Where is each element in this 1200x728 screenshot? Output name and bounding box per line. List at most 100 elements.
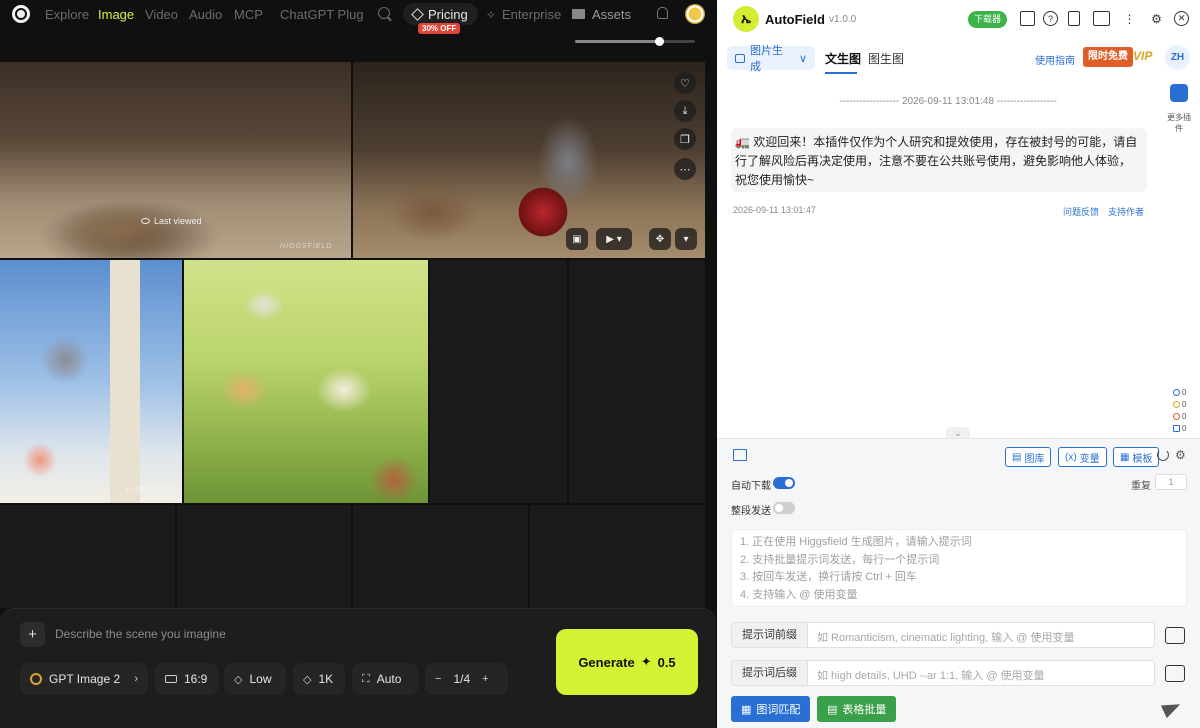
- copy-icon[interactable]: ❐: [674, 128, 696, 150]
- nav-video[interactable]: Video: [145, 7, 178, 22]
- home-icon[interactable]: [733, 449, 747, 461]
- prompt-textarea[interactable]: 1. 正在使用 Higgsfield 生成图片，请输入提示词 2. 支持批量提示…: [731, 529, 1187, 607]
- usage-guide-link[interactable]: 使用指南: [1035, 52, 1075, 67]
- generate-label: Generate: [578, 654, 635, 670]
- add-reference-button[interactable]: +: [20, 622, 45, 647]
- mode-selector[interactable]: ⛶ Auto: [352, 663, 418, 695]
- document-icon[interactable]: [1068, 11, 1080, 26]
- image-edit-icon[interactable]: ▣: [566, 228, 588, 250]
- welcome-message: 🚛 欢迎回来！本插件仅作为个人研究和提效使用，存在被封号的可能，请自行了解风险后…: [731, 128, 1147, 192]
- gallery-image-cat-yarn[interactable]: ♡ ⤓ ❐ ⋯ ▣ ▶ ▾ ✥ ▾: [353, 62, 705, 258]
- sparkle-icon: ✧: [486, 8, 497, 22]
- screen-icon[interactable]: [1093, 11, 1110, 26]
- more-plugins-button[interactable]: 更多插件: [1164, 84, 1194, 134]
- error-icon: [1173, 413, 1180, 421]
- language-toggle[interactable]: ZH: [1165, 45, 1190, 70]
- zoom-slider-fill: [575, 40, 659, 43]
- gallery-button[interactable]: ▤ 图库: [1005, 447, 1052, 467]
- image-word-match-button[interactable]: ▦ 图词匹配: [731, 696, 811, 722]
- stat-value: 0: [1182, 424, 1187, 433]
- gallery-label: 图库: [1024, 453, 1045, 465]
- zoom-slider[interactable]: [575, 37, 695, 46]
- suffix-placeholder: 如 high details, UHD --ar 1:1, 输入 @ 使用变量: [817, 670, 1045, 682]
- gpt-model-icon: [30, 673, 42, 685]
- nav-assets[interactable]: Assets: [592, 7, 631, 22]
- auto-icon: ⛶: [362, 672, 370, 685]
- nav-explore[interactable]: Explore: [45, 7, 89, 22]
- prompt-prefix-field[interactable]: 提示词前缀 如 Romanticism, cinematic lighting,…: [731, 622, 1155, 648]
- last-viewed-label: Last viewed: [141, 216, 202, 226]
- match-icon: ▦: [741, 703, 752, 716]
- prompt-hint-line: 1. 正在使用 Higgsfield 生成图片，请输入提示词: [740, 536, 972, 548]
- help-icon[interactable]: ?: [1043, 11, 1058, 26]
- quality-selector[interactable]: ◇ Low: [224, 663, 286, 695]
- close-icon[interactable]: ✕: [1174, 11, 1189, 26]
- resolution-selector[interactable]: ◇ 1K: [293, 663, 345, 695]
- extension-title: AutoField: [765, 12, 825, 27]
- support-author-link[interactable]: 支持作者: [1108, 205, 1144, 218]
- vip-badge[interactable]: VIP: [1133, 49, 1152, 63]
- prompt-hint-line: 3. 按回车发送，换行请按 Ctrl + 回车: [740, 571, 917, 583]
- pricing-button[interactable]: Pricing: [403, 3, 478, 25]
- add-image-icon[interactable]: [1165, 627, 1185, 644]
- nav-audio[interactable]: Audio: [189, 7, 222, 22]
- batch-stepper[interactable]: − 1/4 +: [425, 663, 508, 695]
- minus-icon[interactable]: −: [435, 673, 441, 685]
- segment-send-toggle[interactable]: [773, 502, 795, 514]
- tab-image-to-image[interactable]: 图生图: [868, 50, 904, 67]
- favorite-heart-icon[interactable]: ♡: [674, 72, 696, 94]
- expand-icon[interactable]: ✥: [649, 228, 671, 250]
- video-icon[interactable]: ▶ ▾: [596, 228, 632, 250]
- table-batch-button[interactable]: ▤ 表格批量: [817, 696, 897, 722]
- extension-header: ኤ AutoField v1.0.0 下载器 ? ⋮ ⚙ ✕: [717, 0, 1200, 40]
- image-add-icon[interactable]: [1020, 11, 1035, 26]
- column-icon[interactable]: ⋮: [1122, 11, 1137, 26]
- send-icon[interactable]: [1160, 697, 1184, 719]
- variables-button[interactable]: (x) 变量: [1058, 447, 1107, 467]
- gallery-image-cat-rug[interactable]: Last viewed HIGGSFIELD: [0, 62, 351, 258]
- template-button[interactable]: ▦ 模板: [1113, 447, 1160, 467]
- gear-icon[interactable]: ⚙: [1149, 11, 1164, 26]
- add-image-icon[interactable]: [1165, 665, 1185, 682]
- download-icon[interactable]: ⤓: [674, 100, 696, 122]
- repeat-input[interactable]: 1: [1155, 474, 1187, 490]
- extension-version: v1.0.0: [829, 14, 857, 25]
- watermark: HIGGSFIELD: [280, 243, 333, 250]
- match-label: 图词匹配: [756, 704, 801, 716]
- refresh-icon[interactable]: [1157, 449, 1169, 461]
- puzzle-icon: [1170, 84, 1188, 102]
- limited-free-badge[interactable]: 限时免费: [1083, 47, 1133, 67]
- model-selector[interactable]: GPT Image 2 ›: [20, 663, 148, 695]
- batch-count: 1/4: [453, 672, 471, 686]
- prompt-hint-line: 4. 支持输入 @ 使用变量: [740, 588, 858, 601]
- nav-mcp[interactable]: MCP: [234, 7, 263, 22]
- prompt-suffix-field[interactable]: 提示词后缀 如 high details, UHD --ar 1:1, 输入 @…: [731, 660, 1155, 686]
- sheet-icon: ▤: [827, 703, 838, 716]
- auto-download-toggle[interactable]: [773, 477, 795, 489]
- plus-icon[interactable]: +: [482, 673, 488, 685]
- zoom-slider-knob[interactable]: [655, 37, 664, 46]
- app-logo-icon[interactable]: [12, 5, 30, 23]
- more-icon[interactable]: ⋯: [674, 158, 696, 180]
- bell-icon[interactable]: [657, 7, 668, 19]
- downloader-button[interactable]: 下载器: [968, 11, 1008, 28]
- gallery-image-still-life[interactable]: HIGGSFIELD: [0, 260, 182, 503]
- aspect-ratio-selector[interactable]: 16:9: [155, 663, 218, 695]
- gallery-empty-tile: [530, 505, 705, 608]
- feedback-link[interactable]: 问题反馈: [1063, 205, 1099, 218]
- settings-icon[interactable]: ⚙: [1175, 448, 1186, 462]
- chevron-down-icon[interactable]: ▾: [675, 228, 697, 250]
- nav-image[interactable]: Image: [98, 7, 134, 22]
- prompt-input[interactable]: Describe the scene you imagine: [55, 627, 226, 641]
- generation-type-dropdown[interactable]: 图片生成 ∨: [727, 45, 815, 73]
- nav-chatgpt-plugin[interactable]: ChatGPT Plug: [280, 7, 364, 22]
- template-label: 模板: [1132, 453, 1153, 465]
- gallery-empty-tile: [0, 505, 175, 608]
- search-icon[interactable]: [378, 7, 390, 19]
- table-batch-label: 表格批量: [842, 704, 887, 716]
- nav-enterprise[interactable]: Enterprise: [502, 7, 561, 22]
- avatar[interactable]: [685, 4, 705, 24]
- generate-button[interactable]: Generate ✦ 0.5: [556, 629, 698, 695]
- gallery-image-puppies[interactable]: [184, 260, 428, 503]
- tab-text-to-image[interactable]: 文生图: [825, 50, 861, 67]
